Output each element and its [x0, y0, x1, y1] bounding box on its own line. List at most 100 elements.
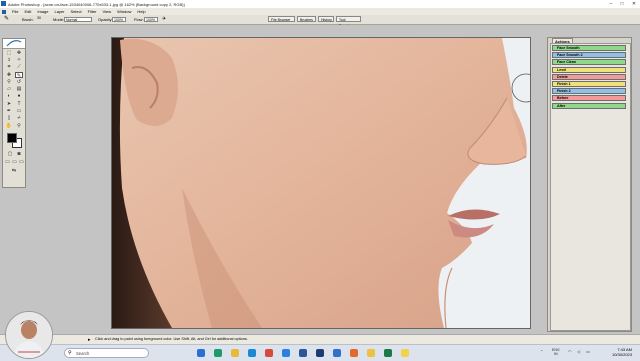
- blur-tool-icon[interactable]: ◐: [5, 93, 13, 99]
- volume-icon[interactable]: ◁: [577, 349, 580, 354]
- widgets-icon[interactable]: [214, 349, 222, 357]
- eyedropper-tool-icon[interactable]: ⌿: [15, 115, 23, 121]
- minimize-button[interactable]: –: [606, 0, 616, 8]
- healing-brush-tool-icon[interactable]: ✚: [5, 72, 13, 78]
- menu-filter[interactable]: Filter: [88, 9, 97, 14]
- opacity-field[interactable]: 100%: [112, 16, 126, 22]
- hand-tool-icon[interactable]: ✋: [5, 123, 13, 129]
- menu-view[interactable]: View: [103, 9, 112, 14]
- excel-icon[interactable]: [384, 349, 392, 357]
- document-canvas[interactable]: [111, 37, 531, 329]
- menu-help[interactable]: Help: [137, 9, 145, 14]
- action-item[interactable]: Delete: [552, 73, 626, 80]
- menu-image[interactable]: Image: [37, 9, 48, 14]
- action-item[interactable]: Face Smooth: [552, 45, 626, 51]
- search-icon: ⚲: [68, 350, 72, 356]
- brush-tool-icon[interactable]: ✎: [4, 15, 9, 22]
- screen-mode-full-icon[interactable]: ▭: [18, 159, 25, 165]
- flow-field[interactable]: 100%: [144, 16, 158, 22]
- menu-layer[interactable]: Layer: [54, 9, 64, 14]
- language-indicator[interactable]: ENG IN: [552, 348, 560, 356]
- action-item[interactable]: Finish 1: [552, 81, 626, 87]
- magic-wand-tool-icon[interactable]: ✧: [15, 57, 23, 63]
- photoshop-icon[interactable]: [316, 349, 324, 357]
- action-item[interactable]: Face Smooth 2: [552, 52, 626, 59]
- eraser-tool-icon[interactable]: ▱: [5, 86, 13, 92]
- shape-tool-icon[interactable]: ▭: [15, 108, 23, 114]
- gradient-tool-icon[interactable]: ▤: [15, 86, 23, 92]
- mode-label: Mode:: [53, 17, 65, 22]
- quick-mask-mode-icon[interactable]: ◙: [15, 151, 23, 157]
- brush-tool-active-icon[interactable]: ✎: [15, 72, 23, 79]
- action-item[interactable]: Level: [552, 66, 626, 73]
- taskbar: ⚲ Search ⌃ ENG IN ◠ ◁ ▭ 7:43 AM 10/30/202…: [0, 344, 640, 361]
- action-item[interactable]: After: [552, 102, 626, 109]
- foreground-color-swatch[interactable]: [7, 133, 17, 143]
- dodge-tool-icon[interactable]: ●: [15, 93, 23, 99]
- menu-window[interactable]: Window: [117, 9, 131, 14]
- action-item[interactable]: Finish 2: [552, 88, 626, 95]
- lasso-tool-icon[interactable]: ↄ: [5, 57, 13, 63]
- menu-edit[interactable]: Edit: [24, 9, 31, 14]
- taskbar-clock[interactable]: 7:43 AM 10/30/2023: [612, 347, 632, 357]
- pen-tool-icon[interactable]: ✒: [5, 108, 13, 114]
- chevron-up-icon[interactable]: ⌃: [540, 349, 543, 354]
- start-icon[interactable]: [197, 349, 205, 357]
- move-tool-icon[interactable]: ✥: [15, 50, 23, 56]
- slice-tool-icon[interactable]: ⟋: [15, 64, 23, 70]
- marquee-tool-icon[interactable]: ⬚: [5, 50, 13, 56]
- tab-file-browser[interactable]: File Browser: [268, 16, 295, 22]
- window-title: Adobe Photoshop - [acne-on-face-15340400…: [8, 1, 185, 7]
- webcam-overlay: [5, 311, 53, 359]
- close-button[interactable]: ✕: [629, 0, 639, 8]
- status-arrow-icon: ▸: [88, 337, 91, 343]
- screen-mode-standard-icon[interactable]: ▭: [4, 159, 11, 165]
- zoom-tool-icon[interactable]: ⚲: [15, 123, 23, 129]
- flow-label: Flow:: [134, 17, 144, 22]
- action-item[interactable]: Before: [552, 95, 626, 102]
- opacity-label: Opacity:: [98, 17, 113, 22]
- action-item[interactable]: Face Clean: [552, 59, 626, 66]
- photos-icon[interactable]: [282, 349, 290, 357]
- menu-file[interactable]: File: [12, 9, 18, 14]
- crop-tool-icon[interactable]: ⌗: [5, 64, 13, 70]
- actions-panel: Actions Face Smooth Face Smooth 2 Face Cle…: [547, 37, 632, 332]
- airbrush-icon[interactable]: ✈: [162, 16, 166, 22]
- word-icon[interactable]: [299, 349, 307, 357]
- mail-icon[interactable]: [333, 349, 341, 357]
- folder-icon[interactable]: [367, 349, 375, 357]
- screen-mode-full-menu-icon[interactable]: ▭: [11, 159, 18, 165]
- clock-date: 10/30/2023: [611, 352, 632, 357]
- notes-tool-icon[interactable]: ▯: [5, 115, 13, 121]
- status-message: Click and drag to paint using foreground…: [95, 337, 248, 341]
- toolbox: ⬚ ✥ ↄ ✧ ⌗ ⟋ ✚ ✎ ⚲ ↺ ▱ ▤ ◐ ● ➤ T ✒ ▭ ▯ ⌿ …: [2, 38, 26, 188]
- menu-select[interactable]: Select: [71, 9, 82, 14]
- mode-select[interactable]: Normal: [64, 16, 92, 22]
- history-brush-tool-icon[interactable]: ↺: [15, 79, 23, 85]
- feather-logo-icon: [6, 40, 22, 47]
- brush-size[interactable]: 30: [37, 16, 41, 20]
- battery-icon[interactable]: ▭: [586, 349, 590, 354]
- presenter-avatar: [6, 312, 52, 358]
- app-menu-icon[interactable]: [2, 9, 6, 14]
- type-tool-icon[interactable]: T: [15, 101, 23, 107]
- menu-bar: File Edit Image Layer Select Filter View…: [0, 8, 640, 15]
- path-selection-tool-icon[interactable]: ➤: [5, 101, 13, 107]
- tab-brushes[interactable]: Brushes: [297, 16, 316, 22]
- jump-to-imageready-icon[interactable]: ⇆: [10, 168, 18, 174]
- wifi-icon[interactable]: ◠: [568, 349, 572, 354]
- standard-mode-icon[interactable]: ▢: [6, 151, 14, 157]
- file-explorer-icon[interactable]: [231, 349, 239, 357]
- tab-history[interactable]: History: [318, 16, 334, 22]
- chrome-icon[interactable]: [265, 349, 273, 357]
- title-bar: Adobe Photoshop - [acne-on-face-15340400…: [0, 0, 640, 8]
- media-player-icon[interactable]: [350, 349, 358, 357]
- notes-icon[interactable]: [401, 349, 409, 357]
- edge-icon[interactable]: [248, 349, 256, 357]
- maximize-button[interactable]: □: [617, 0, 627, 8]
- photoshop-logo-icon: [1, 1, 6, 6]
- face-photo: [112, 38, 530, 328]
- tab-tool-presets[interactable]: Tool Presets: [336, 16, 361, 28]
- taskbar-search-box[interactable]: ⚲ Search: [64, 348, 149, 358]
- clone-stamp-tool-icon[interactable]: ⚲: [5, 79, 13, 85]
